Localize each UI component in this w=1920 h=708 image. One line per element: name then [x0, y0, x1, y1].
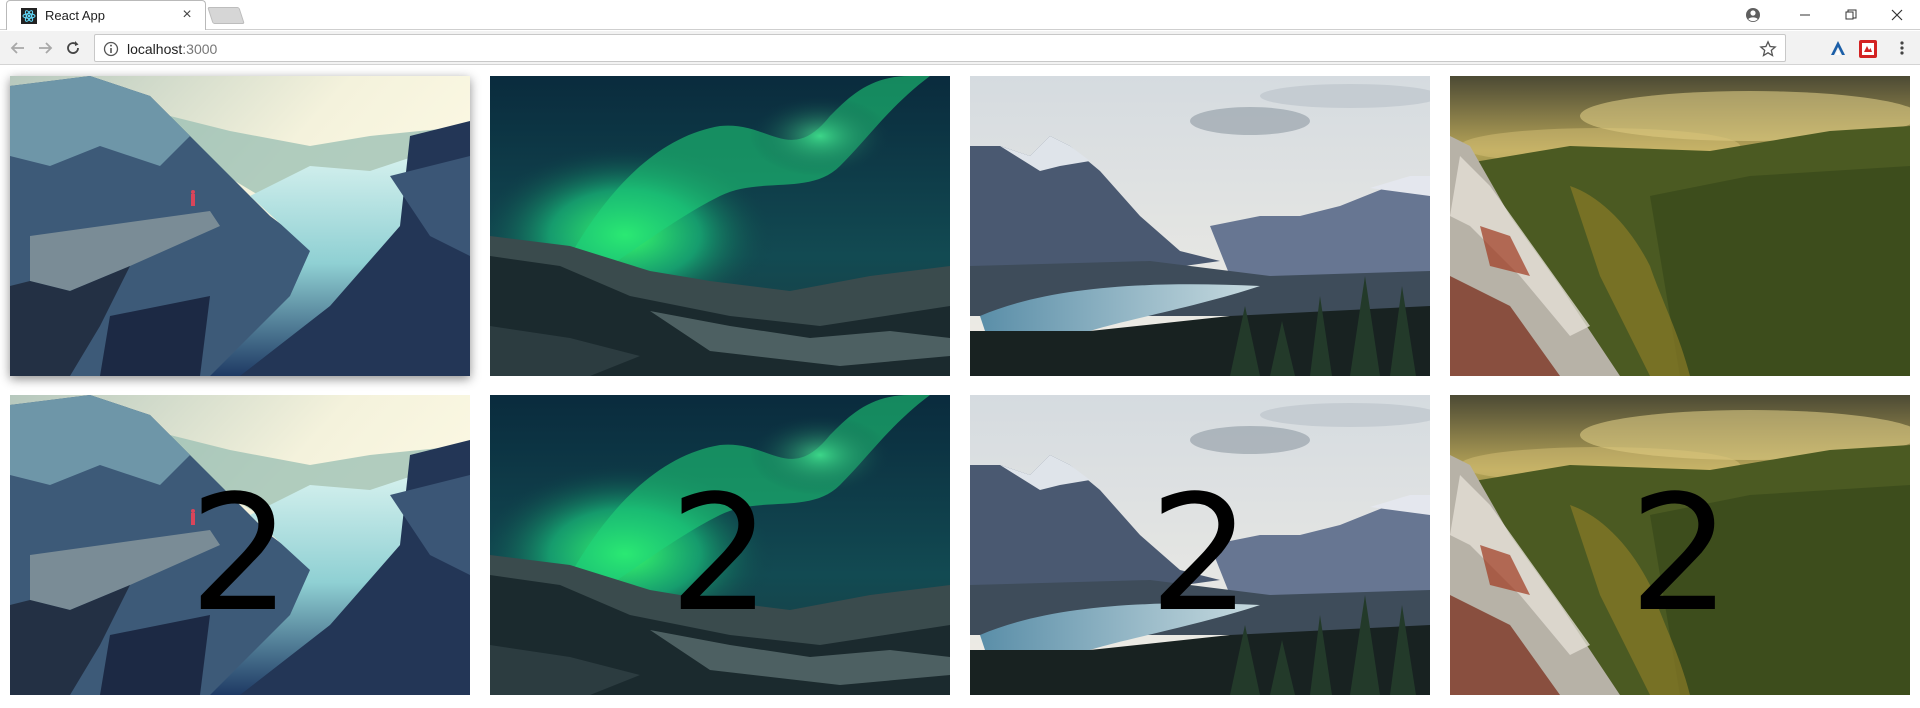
tab-title: React App: [45, 8, 105, 23]
tab-close-button[interactable]: ×: [179, 7, 195, 23]
image-card-aurora[interactable]: 2: [490, 395, 950, 695]
photo-autumn-valley: [1450, 76, 1910, 376]
browser-toolbar: localhost:3000: [0, 31, 1920, 65]
menu-icon[interactable]: [1890, 36, 1914, 60]
url-port: :3000: [182, 41, 218, 57]
restore-button[interactable]: [1828, 0, 1874, 30]
window-controls: [1782, 0, 1920, 30]
address-bar[interactable]: localhost:3000: [94, 34, 1786, 62]
close-window-button[interactable]: [1874, 0, 1920, 30]
image-card-autumn-valley[interactable]: [1450, 76, 1910, 376]
minimize-button[interactable]: [1782, 0, 1828, 30]
overlay-number: 2: [189, 460, 291, 647]
gallery-page: 2 2 2 2: [0, 66, 1920, 708]
photo-mountain-lake: [970, 76, 1430, 376]
url-host: localhost: [127, 41, 183, 57]
photo-fjord-cliff: [10, 76, 470, 376]
title-bar: React App ×: [0, 0, 1920, 30]
overlay-number: 2: [1629, 460, 1731, 647]
reload-icon[interactable]: [61, 36, 85, 60]
back-arrow-icon[interactable]: [6, 36, 30, 60]
forward-arrow-icon[interactable]: [33, 36, 57, 60]
browser-tab[interactable]: React App ×: [6, 0, 206, 30]
overlay-number: 2: [669, 460, 771, 647]
overlay-number: 2: [1149, 460, 1251, 647]
new-tab-button[interactable]: [207, 7, 245, 24]
react-icon: [21, 8, 37, 24]
image-card-aurora[interactable]: [490, 76, 950, 376]
extension-icon[interactable]: [1858, 39, 1878, 59]
image-card-fjord[interactable]: [10, 76, 470, 376]
profile-icon[interactable]: [1744, 6, 1762, 24]
extension-icon[interactable]: [1828, 39, 1848, 59]
image-card-mountain-lake[interactable]: [970, 76, 1430, 376]
image-card-mountain-lake[interactable]: 2: [970, 395, 1430, 695]
image-card-autumn-valley[interactable]: 2: [1450, 395, 1910, 695]
info-icon[interactable]: [103, 41, 119, 57]
url-text: localhost:3000: [127, 41, 217, 57]
star-icon[interactable]: [1759, 40, 1777, 58]
image-card-fjord[interactable]: 2: [10, 395, 470, 695]
photo-aurora: [490, 76, 950, 376]
